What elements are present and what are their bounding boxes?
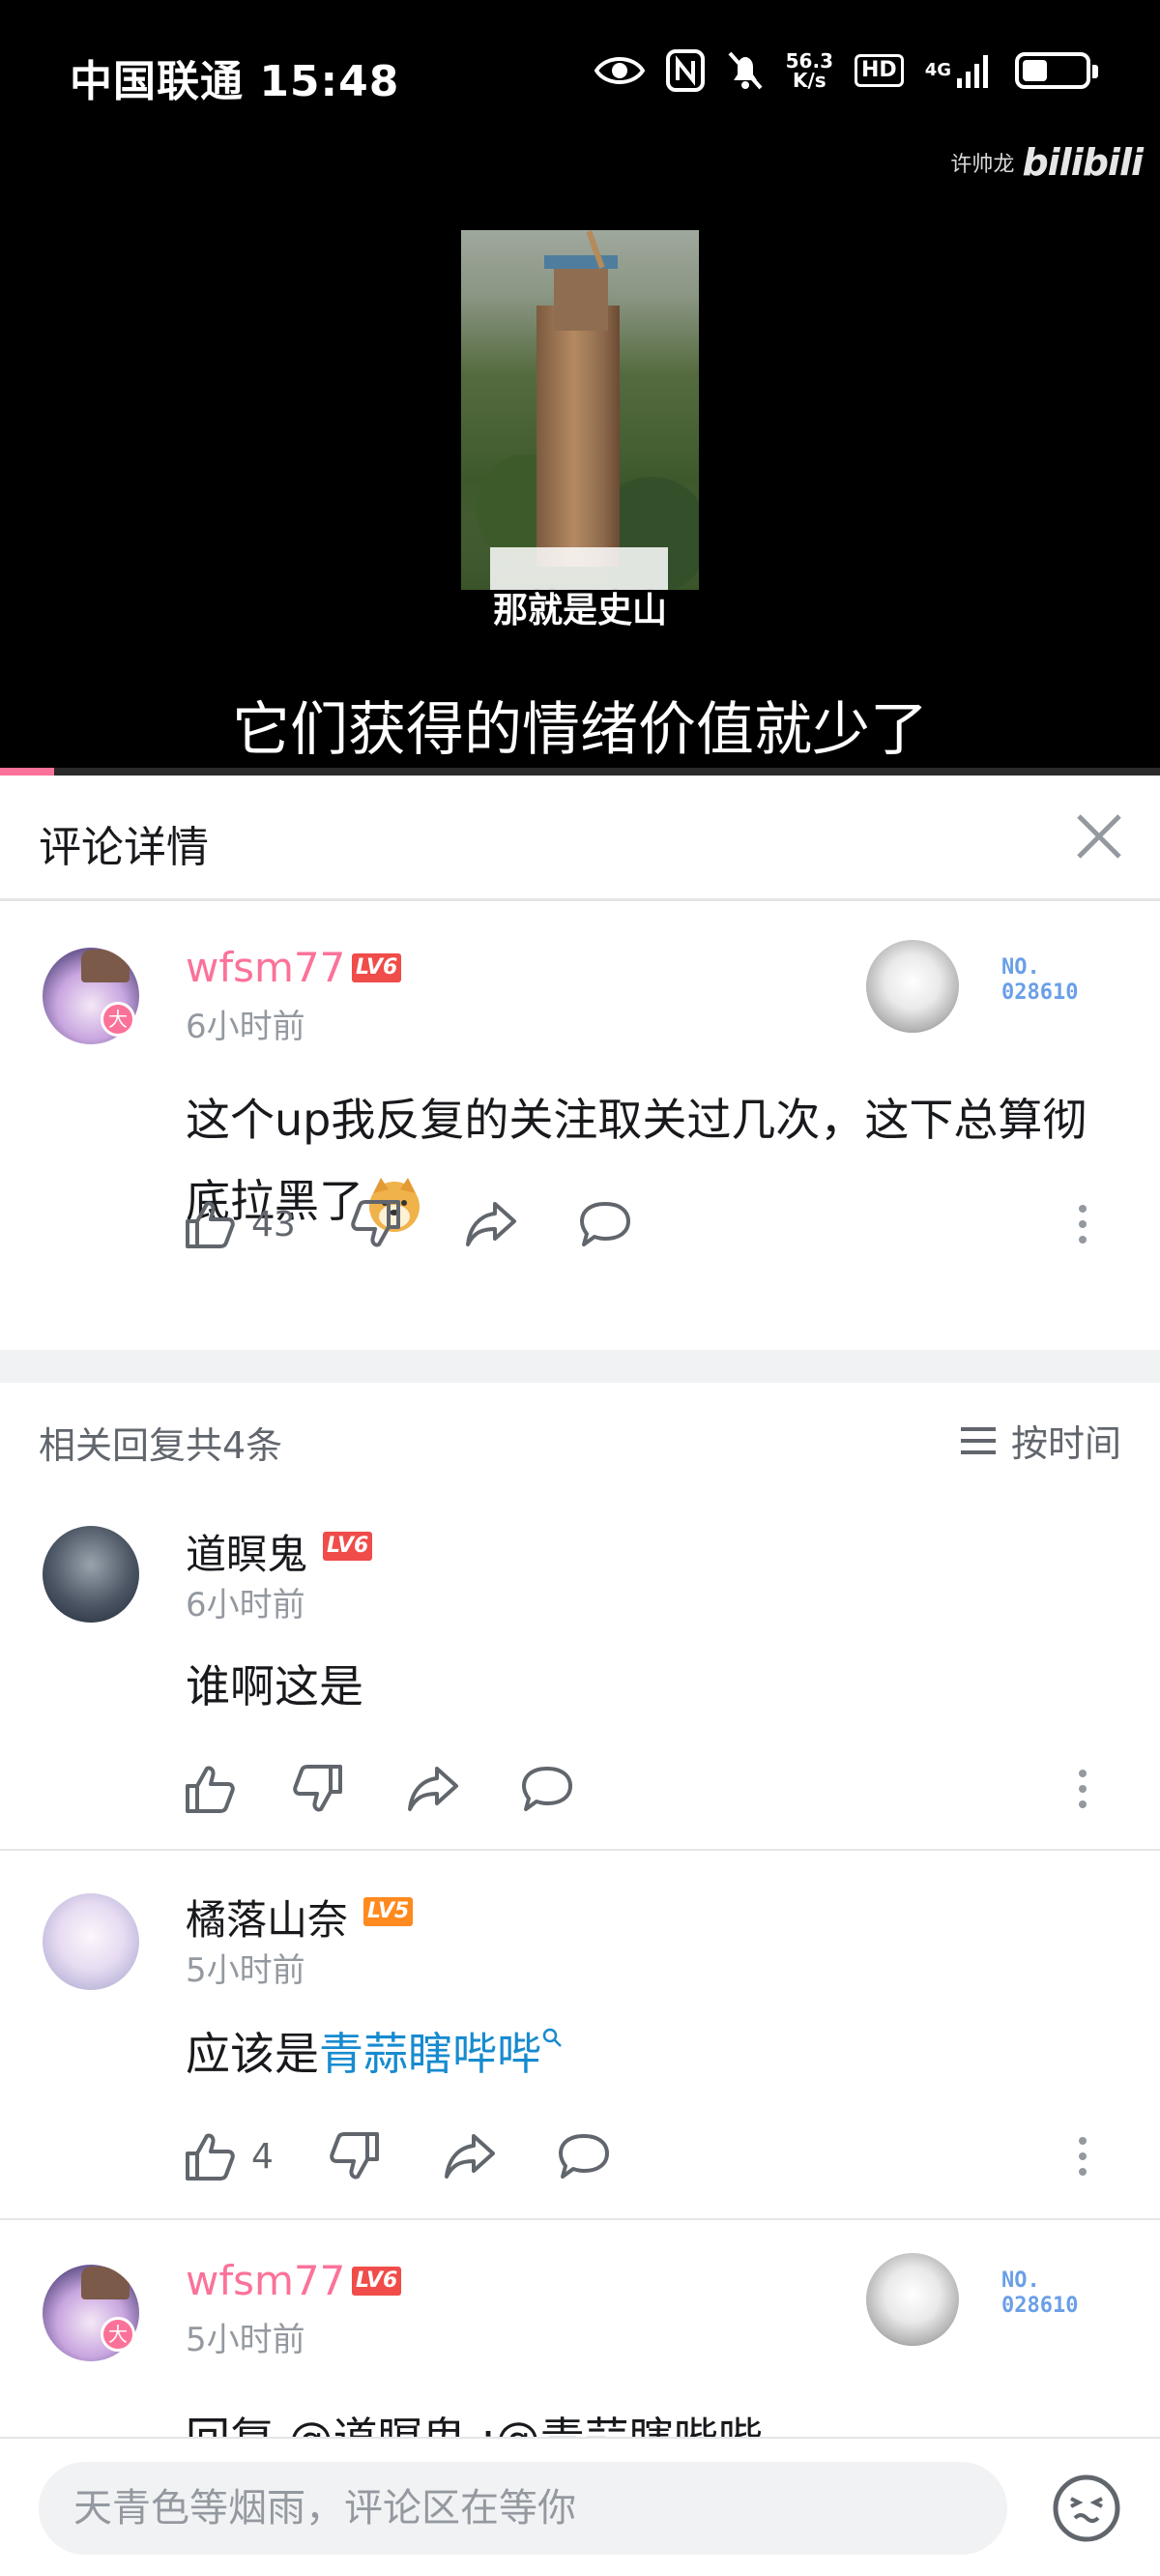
like-count: 43 xyxy=(251,1204,296,1244)
video-player[interactable]: 中国联通 15:48 56.3 K/s HD 4G 许帅龙 bilibili 那… xyxy=(0,0,1160,776)
avatar[interactable] xyxy=(43,1893,139,1990)
comment-time: 6小时前 xyxy=(186,1586,305,1625)
comment-detail-header: 评论详情 xyxy=(0,776,1160,901)
fan-badge-number: NO. 028610 xyxy=(1001,2269,1079,2318)
signal-icon: 4G xyxy=(925,53,994,88)
close-icon[interactable] xyxy=(1065,803,1133,870)
share-button[interactable] xyxy=(406,1760,460,1818)
thumbs-up-icon xyxy=(186,2133,235,2181)
like-button[interactable] xyxy=(184,1760,236,1818)
level-badge: LV6 xyxy=(323,1532,373,1561)
username[interactable]: wfsm77 xyxy=(186,944,345,991)
big-member-badge: 大 xyxy=(101,2317,135,2352)
username[interactable]: 橘落山奈 xyxy=(186,1888,348,1947)
share-button[interactable] xyxy=(464,1195,518,1253)
thumbs-down-icon xyxy=(351,1200,400,1247)
share-icon xyxy=(445,2134,495,2179)
video-subtitle: 它们获得的情绪价值就少了 xyxy=(232,696,928,764)
battery-icon xyxy=(1015,52,1098,89)
reply-count: 相关回复共4条 xyxy=(39,1424,283,1467)
search-icon xyxy=(542,2028,562,2047)
dislike-button[interactable] xyxy=(292,1760,344,1818)
carrier-time: 中国联通 15:48 xyxy=(70,57,400,106)
watermark: 许帅龙 bilibili xyxy=(950,141,1144,184)
level-badge: LV5 xyxy=(363,1897,414,1926)
eye-icon xyxy=(594,53,645,88)
status-icons: 56.3 K/s HD 4G xyxy=(594,46,1098,95)
page-title: 评论详情 xyxy=(39,823,209,872)
emoji-icon[interactable] xyxy=(1048,2470,1125,2547)
fan-badge-decoration[interactable]: NO. 028610 xyxy=(866,940,1098,1037)
reply-item: 橘落山奈 LV5 5小时前 应该是青蒜瞎哔哔 4 xyxy=(0,1851,1160,2218)
dislike-button[interactable] xyxy=(350,1195,402,1253)
status-bar: 中国联通 15:48 56.3 K/s HD 4G xyxy=(0,0,1160,145)
like-count: 4 xyxy=(251,2136,274,2177)
thumbs-down-icon xyxy=(330,2132,379,2180)
comment-bubble-icon xyxy=(522,1767,572,1811)
big-member-badge: 大 xyxy=(101,1002,135,1037)
more-icon[interactable] xyxy=(1077,1768,1088,1810)
hd-badge: HD xyxy=(855,54,904,87)
comment-text: 谁啊这是 xyxy=(186,1660,363,1712)
comment-time: 6小时前 xyxy=(186,1008,305,1046)
thumbs-up-icon xyxy=(186,1201,235,1248)
comment-text: 回复 @道瞑鬼 :@青蒜瞎哔哔 xyxy=(186,2398,1114,2437)
sort-button[interactable]: 按时间 xyxy=(959,1414,1121,1467)
comment-input[interactable]: 天青色等烟雨，评论区在等你 xyxy=(39,2462,1007,2555)
dislike-button[interactable] xyxy=(329,2127,381,2185)
comment-time: 5小时前 xyxy=(186,1951,305,1990)
progress-track[interactable] xyxy=(0,768,1160,776)
thumbs-up-icon xyxy=(186,1766,235,1813)
progress-fill xyxy=(0,768,55,776)
replies-header: 相关回复共4条 按时间 xyxy=(0,1383,1160,1489)
more-icon[interactable] xyxy=(1077,2135,1088,2178)
reply-item: 大 wfsm77 LV6 5小时前 NO.028610 回复 @道瞑鬼 :@青蒜… xyxy=(0,2220,1160,2437)
bilibili-logo: bilibili xyxy=(1022,141,1144,184)
like-button[interactable]: 43 xyxy=(184,1195,296,1253)
thumbs-down-icon xyxy=(293,1765,342,1812)
level-badge: LV6 xyxy=(352,2267,402,2296)
fan-badge-number: NO. 028610 xyxy=(1001,955,1079,1005)
video-frame-image xyxy=(461,230,699,590)
more-icon[interactable] xyxy=(1077,1203,1088,1245)
share-icon xyxy=(466,1202,516,1246)
username[interactable]: 道瞑鬼 xyxy=(186,1522,307,1581)
sort-label: 按时间 xyxy=(1010,1422,1121,1465)
share-button[interactable] xyxy=(443,2127,497,2185)
main-comment: 大 wfsm77 LV6 6小时前 NO. 028610 这个up我反复的关注取关… xyxy=(0,901,1160,1350)
comment-bubble-icon xyxy=(559,2134,609,2179)
level-badge: LV6 xyxy=(352,953,402,982)
comment-bubble-icon xyxy=(580,1202,630,1246)
video-inner-caption: 那就是史山 xyxy=(492,591,667,630)
reply-item: 道瞑鬼 LV6 6小时前 谁啊这是 xyxy=(0,1489,1160,1849)
comment-text: 应该是青蒜瞎哔哔 xyxy=(186,2013,1114,2094)
list-icon xyxy=(960,1426,996,1454)
reply-button[interactable] xyxy=(557,2127,611,2185)
comment-actions: 43 xyxy=(184,1195,1131,1253)
mute-bell-icon xyxy=(726,49,765,92)
search-link[interactable]: 青蒜瞎哔哔 xyxy=(319,2028,541,2080)
comment-actions xyxy=(184,1760,1131,1818)
net-speed: 56.3 K/s xyxy=(785,49,833,92)
comment-input-bar: 天青色等烟雨，评论区在等你 xyxy=(0,2437,1160,2576)
fan-badge-avatar xyxy=(866,940,959,1033)
username[interactable]: wfsm77 xyxy=(186,2257,345,2304)
reply-button[interactable] xyxy=(578,1195,632,1253)
fan-badge-decoration[interactable]: NO. 028610 xyxy=(866,2253,1098,2350)
comment-time: 5小时前 xyxy=(186,2321,305,2359)
comment-actions: 4 xyxy=(184,2127,1131,2185)
avatar[interactable] xyxy=(43,1526,139,1623)
like-button[interactable]: 4 xyxy=(184,2127,274,2185)
fan-badge-avatar xyxy=(866,2253,959,2346)
section-divider xyxy=(0,1350,1160,1383)
share-icon xyxy=(408,1767,458,1811)
reply-button[interactable] xyxy=(520,1760,574,1818)
nfc-icon xyxy=(665,49,705,92)
